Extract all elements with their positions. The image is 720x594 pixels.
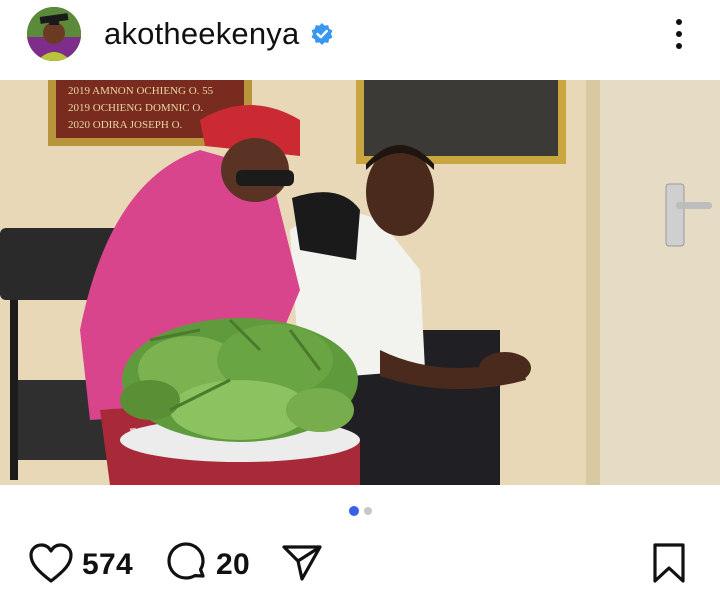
post-header: akotheekenya [0,0,720,80]
plaque-line: 2020 ODIRA JOSEPH O. [68,119,183,131]
username[interactable]: akotheekenya [104,16,299,52]
like-count[interactable]: 574 [82,548,133,582]
share-button[interactable] [280,540,324,590]
carousel-indicator [0,506,720,519]
carousel-dot[interactable] [363,507,372,515]
save-button[interactable] [650,540,688,590]
bookmark-icon [650,541,688,590]
post-actions-bar: 574 20 [0,540,720,590]
more-dot [676,31,682,37]
more-dot [676,43,682,49]
verified-badge-icon [309,21,335,47]
post-photo[interactable]: 2019 AMNON OCHIENG O. 55 2019 OCHIENG DO… [0,80,720,485]
comment-button[interactable]: 20 [164,540,250,590]
profile-avatar-icon[interactable] [27,7,81,61]
username-row: akotheekenya [104,14,335,54]
comment-count[interactable]: 20 [216,548,250,582]
heart-icon [28,542,74,589]
more-options-icon[interactable] [664,14,694,54]
carousel-dot-active[interactable] [348,506,359,516]
comment-bubble-icon [164,541,208,590]
like-button[interactable]: 574 [28,540,133,590]
send-icon [280,541,324,590]
more-dot [676,19,682,25]
plaque-line: 2019 AMNON OCHIENG O. 55 [68,85,214,97]
plaque-line: 2019 OCHIENG DOMNIC O. [68,102,203,114]
